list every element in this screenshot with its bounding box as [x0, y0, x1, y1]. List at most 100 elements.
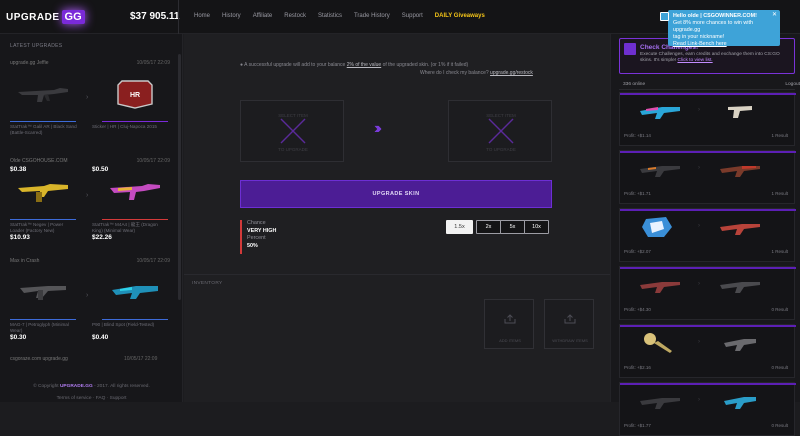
scrollbar[interactable] — [178, 54, 181, 300]
add-items-button[interactable]: ADD ITEMS — [484, 299, 534, 349]
balance-check-line: Where do I check my balance? upgrade.gg/… — [420, 70, 533, 76]
rarity-bar — [620, 325, 796, 327]
withdraw-items-label: WITHDRAW ITEMS — [552, 338, 588, 343]
smg-icon — [640, 107, 680, 119]
notification-line3: tag in your nickname! — [673, 34, 725, 40]
nav-support[interactable]: Support — [402, 13, 423, 19]
percent-value: 50% — [247, 242, 258, 249]
notification-icon — [660, 12, 669, 21]
logo-badge: GG — [61, 10, 85, 24]
footer-copyright: © Copyright UPGRADE.GG - 2017. All right… — [0, 384, 182, 389]
result-text: 0 Result — [771, 307, 788, 312]
multiplier-1-5x[interactable]: 1.5x — [446, 220, 473, 234]
nav-statistics[interactable]: Statistics — [318, 13, 342, 19]
multiplier-5x[interactable]: 5x — [500, 220, 525, 234]
select-item-slot-left[interactable]: SELECT ITEM TO UPGRADE — [240, 100, 344, 162]
profit-text: Profit: +$1.77 — [624, 423, 651, 428]
from-item — [10, 268, 76, 320]
feed-item[interactable]: › Profit: +$2.07 1 Result — [619, 208, 796, 262]
from-item-price: $0.30 — [10, 334, 27, 341]
rarity-bar — [620, 209, 796, 211]
logout-link[interactable]: Logout — [785, 82, 800, 87]
from-item-name: MAG-7 | Petroglyph (Minimal Wear) — [10, 322, 69, 333]
pistol-icon — [728, 106, 752, 118]
info-circle-icon: ● — [240, 62, 244, 68]
upgrade-card[interactable]: Olde CSGOHOUSE.COM 10/05/17 22:09 › Stat… — [10, 158, 170, 256]
nav-affiliate[interactable]: Affiliate — [253, 13, 273, 19]
from-item — [10, 70, 76, 122]
feed-item[interactable]: › Profit: +$4.30 0 Result — [619, 266, 796, 320]
divider — [619, 89, 795, 90]
footer-links[interactable]: Terms of service · FAQ · Support — [0, 396, 182, 401]
feed-item[interactable]: › Profit: +$1.14 1 Result — [619, 92, 796, 146]
nav-home[interactable]: Home — [194, 13, 210, 19]
main-nav: Home History Affiliate Restock Statistic… — [194, 13, 485, 19]
upgrade-user: Olde CSGOHOUSE.COM — [10, 158, 68, 164]
slot-label-bottom: TO UPGRADE — [486, 147, 516, 152]
multiplier-2x[interactable]: 2x — [476, 220, 501, 234]
notification-line1: Hello olde | CSGOWINNER.COM! — [673, 13, 757, 19]
logo-text: UPGRADE — [6, 11, 60, 23]
slot-label-bottom: TO UPGRADE — [278, 147, 308, 152]
nav-history[interactable]: History — [222, 13, 241, 19]
upload-icon — [564, 314, 576, 324]
site-logo[interactable]: UPGRADE GG — [6, 7, 85, 27]
rifle-icon — [18, 88, 68, 102]
percent-label: Percent — [247, 235, 266, 242]
online-count: 336 online — [623, 82, 646, 87]
nav-daily-giveaways[interactable]: DAILY Giveaways — [435, 13, 485, 19]
feed-item[interactable]: › Profit: +$1.77 0 Result — [619, 382, 796, 436]
from-item-price: $10.93 — [10, 234, 30, 241]
key-icon — [644, 333, 672, 353]
upgrade-skin-button[interactable]: UPGRADE SKIN — [240, 180, 552, 208]
rarity-bar — [620, 93, 796, 95]
sticker-icon: HR — [117, 80, 153, 109]
from-item-name: StatTrak™ Negev | Power Loader (Factory … — [10, 222, 64, 233]
select-item-slot-right[interactable]: SELECT ITEM TO UPGRADE — [448, 100, 552, 162]
upgrade-user: Max in Crash — [10, 258, 40, 264]
withdraw-items-button[interactable]: WITHDRAW ITEMS — [544, 299, 594, 349]
balance-display: $37 905.11 — [130, 11, 180, 22]
upgrade-card[interactable]: Max in Crash 10/05/17 22:09 › MAG-7 | Pe… — [10, 258, 170, 356]
info-line: ● A successful upgrade will add to your … — [240, 62, 468, 68]
nav-trade-history[interactable]: Trade History — [354, 13, 390, 19]
profit-text: Profit: +$2.07 — [624, 249, 651, 254]
challenge-link[interactable]: Click to view list. — [677, 58, 712, 63]
chevron-right-icon: › — [86, 94, 89, 101]
chevron-right-icon: › — [698, 107, 700, 113]
chevron-right-icon: › — [698, 397, 700, 403]
smg-icon — [724, 339, 756, 351]
notification-popup[interactable]: ✕ Hello olde | CSGOWINNER.COM! Get 8% mo… — [660, 10, 780, 48]
result-text: 1 Result — [771, 249, 788, 254]
from-item-name: StatTrak™ Galil AR | Black Sand (Battle-… — [10, 124, 77, 135]
upgrade-card[interactable]: upgrade.gg Jeffie 10/05/17 22:09 › HR St… — [10, 60, 170, 173]
footer-brand-link[interactable]: UPGRADE.GG — [60, 384, 93, 389]
feed-item[interactable]: › Profit: +$1.71 1 Result — [619, 150, 796, 204]
chevron-right-icon: › — [698, 223, 700, 229]
chevron-right-icon: › — [698, 165, 700, 171]
notification-link[interactable]: Read Link-Bench here — [673, 41, 775, 48]
to-item — [102, 268, 168, 320]
latest-upgrades-panel: LATEST UPGRADES upgrade.gg Jeffie 10/05/… — [0, 34, 183, 402]
rifle-icon — [720, 224, 760, 235]
to-item-name: Sticker | HR | Cluj-Napoca 2015 — [92, 124, 157, 129]
feed-item[interactable]: › Profit: +$2.16 0 Result — [619, 324, 796, 378]
nav-restock[interactable]: Restock — [284, 13, 306, 19]
upgrade-time: 10/05/17 22:09 — [124, 356, 158, 362]
rifle-icon — [720, 166, 760, 177]
trophy-icon — [624, 43, 636, 55]
rifle-icon — [720, 282, 760, 293]
chance-label: Chance — [247, 220, 266, 226]
upgrade-area: ● A successful upgrade will add to your … — [184, 34, 610, 402]
rarity-bar — [10, 218, 76, 220]
chevron-right-icon: › — [86, 192, 89, 199]
divider — [178, 0, 179, 34]
info-link[interactable]: 2% of the value — [347, 62, 381, 68]
rarity-bar — [102, 318, 168, 320]
multiplier-10x[interactable]: 10x — [524, 220, 549, 234]
result-text: 0 Result — [771, 423, 788, 428]
upgrade-time: 10/05/17 22:09 — [136, 60, 170, 66]
restock-link[interactable]: upgrade.gg/restock — [490, 70, 533, 76]
profit-text: Profit: +$2.16 — [624, 365, 651, 370]
close-icon[interactable]: ✕ — [772, 12, 777, 19]
